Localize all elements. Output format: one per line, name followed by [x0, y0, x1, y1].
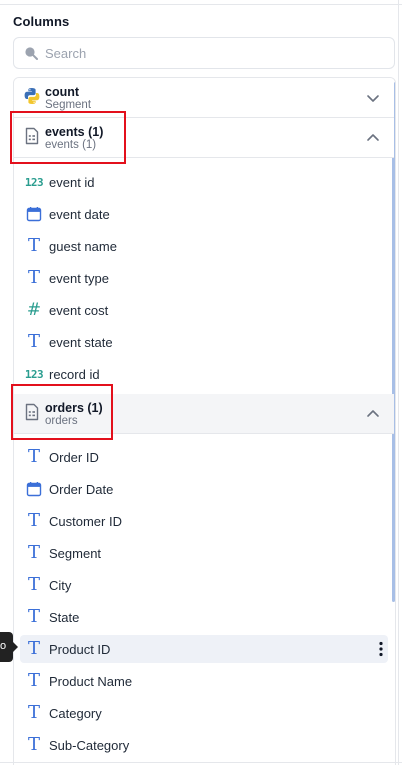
group-header-events[interactable]: events (1) events (1): [14, 118, 394, 158]
text-icon: T: [27, 331, 40, 352]
field-label: Order Date: [49, 481, 114, 497]
table-icon: [25, 403, 39, 421]
field-row[interactable]: T event state: [20, 328, 388, 356]
calendar-icon: [24, 480, 44, 498]
scrollbar[interactable]: [392, 82, 395, 602]
field-row[interactable]: T guest name: [20, 232, 388, 260]
text-icon: T: [27, 734, 40, 755]
field-row[interactable]: T State: [20, 603, 388, 631]
field-label: Segment: [49, 545, 102, 561]
group-subtitle: orders: [45, 415, 78, 427]
field-label: Customer ID: [49, 513, 122, 529]
text-icon: T: [27, 542, 40, 563]
field-row[interactable]: 123 record id: [20, 360, 388, 388]
field-row[interactable]: T Order ID: [20, 443, 388, 471]
group-subtitle: Segment: [45, 99, 92, 111]
group-header-count[interactable]: count Segment: [14, 78, 394, 118]
chevron-up-icon[interactable]: [366, 131, 380, 145]
group-subtitle: events (1): [45, 139, 97, 151]
field-row[interactable]: # event cost: [20, 296, 388, 324]
field-row[interactable]: T Category: [20, 699, 388, 727]
field-label: Order ID: [49, 449, 99, 465]
field-row[interactable]: Order Date: [20, 475, 388, 503]
field-row[interactable]: T Segment: [20, 539, 388, 567]
tooltip-text: o: [0, 640, 7, 652]
field-label: event type: [49, 270, 109, 286]
chevron-down-icon[interactable]: [366, 91, 380, 105]
field-label: guest name: [49, 238, 117, 254]
field-label: Sub-Category: [49, 737, 130, 753]
field-row-hovered[interactable]: T Product ID: [20, 635, 388, 663]
field-label: State: [49, 609, 80, 625]
more-options-icon[interactable]: [378, 641, 384, 657]
table-icon: [25, 127, 39, 145]
field-row[interactable]: 123 event id: [20, 168, 388, 196]
field-label: Category: [49, 705, 102, 721]
text-icon: T: [27, 267, 40, 288]
number-icon: 123: [24, 175, 44, 189]
field-row[interactable]: event date: [20, 200, 388, 228]
field-label: event date: [49, 206, 110, 222]
field-label: event state: [49, 334, 113, 350]
group-name: count: [45, 85, 80, 99]
python-icon: [24, 88, 40, 104]
field-row[interactable]: T Customer ID: [20, 507, 388, 535]
chevron-up-icon[interactable]: [366, 407, 380, 421]
field-row[interactable]: T event type: [20, 264, 388, 292]
panel-right-divider: [398, 0, 399, 765]
column-list[interactable]: count Segment events (1) events (1) 123: [13, 77, 396, 765]
text-icon: T: [27, 606, 40, 627]
text-icon: T: [27, 702, 40, 723]
field-row[interactable]: T Product Name: [20, 667, 388, 695]
columns-panel: Columns count Segment: [0, 0, 402, 765]
field-label: Product Name: [49, 673, 133, 689]
number-icon: 123: [24, 367, 44, 381]
text-icon: T: [27, 235, 40, 256]
search-icon: [25, 47, 38, 60]
panel-title: Columns: [13, 14, 70, 29]
group-name: orders (1): [45, 401, 103, 415]
text-icon: T: [27, 510, 40, 531]
field-label: record id: [49, 366, 100, 382]
text-icon: T: [27, 446, 40, 467]
tooltip: o: [0, 632, 18, 662]
panel-top-divider: [0, 4, 402, 5]
field-row[interactable]: T City: [20, 571, 388, 599]
hash-icon: #: [26, 299, 42, 320]
search-input[interactable]: [45, 45, 375, 61]
field-label: City: [49, 577, 72, 593]
field-label: event id: [49, 174, 95, 190]
text-icon: T: [27, 670, 40, 691]
group-name: events (1): [45, 125, 104, 139]
search-field[interactable]: [13, 37, 395, 69]
group-header-orders[interactable]: orders (1) orders: [14, 394, 394, 434]
field-label: event cost: [49, 302, 109, 318]
field-label: Product ID: [49, 641, 111, 657]
text-icon: T: [27, 574, 40, 595]
panel-bottom-divider: [0, 762, 402, 763]
field-row[interactable]: T Sub-Category: [20, 731, 388, 759]
calendar-icon: [24, 205, 44, 223]
text-icon: T: [27, 638, 40, 659]
